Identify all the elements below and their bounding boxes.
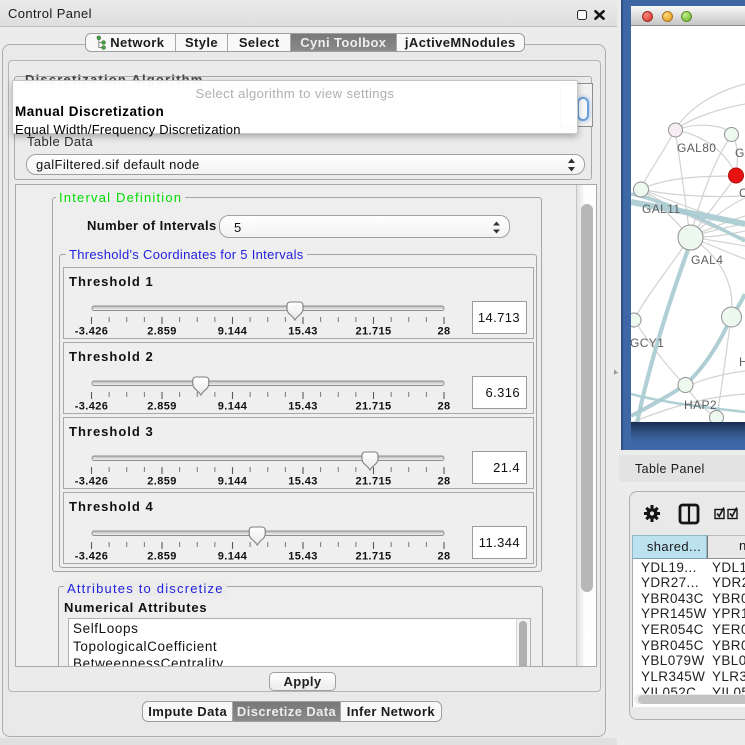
svg-text:21.715: 21.715	[355, 401, 391, 413]
svg-text:9.144: 9.144	[218, 476, 248, 488]
svg-text:2.859: 2.859	[147, 401, 177, 413]
svg-text:2.859: 2.859	[147, 476, 177, 488]
svg-text:28: 28	[437, 551, 450, 563]
svg-text:2.859: 2.859	[147, 551, 177, 563]
svg-text:15.43: 15.43	[288, 476, 318, 488]
svg-text:GAL4: GAL4	[691, 253, 723, 267]
svg-text:-3.426: -3.426	[75, 551, 109, 563]
svg-text:28: 28	[437, 476, 450, 488]
svg-text:H: H	[739, 355, 745, 369]
svg-text:HAP2: HAP2	[684, 398, 717, 412]
svg-text:-3.426: -3.426	[75, 326, 109, 338]
svg-text:GAL11: GAL11	[642, 202, 680, 216]
svg-text:15.43: 15.43	[288, 551, 318, 563]
svg-text:GA: GA	[735, 146, 745, 160]
svg-text:2.859: 2.859	[147, 326, 177, 338]
svg-text:C: C	[739, 186, 745, 200]
svg-text:GCY1: GCY1	[631, 336, 664, 350]
svg-text:28: 28	[437, 401, 450, 413]
svg-text:21.715: 21.715	[355, 551, 391, 563]
svg-text:9.144: 9.144	[218, 326, 248, 338]
svg-text:28: 28	[437, 326, 450, 338]
svg-text:9.144: 9.144	[218, 551, 248, 563]
svg-text:-3.426: -3.426	[75, 401, 109, 413]
svg-text:-3.426: -3.426	[75, 476, 109, 488]
svg-text:9.144: 9.144	[218, 401, 248, 413]
svg-text:21.715: 21.715	[355, 476, 391, 488]
svg-text:21.715: 21.715	[355, 326, 391, 338]
svg-text:15.43: 15.43	[288, 401, 318, 413]
svg-text:GAL80: GAL80	[677, 141, 716, 155]
svg-text:15.43: 15.43	[288, 326, 318, 338]
